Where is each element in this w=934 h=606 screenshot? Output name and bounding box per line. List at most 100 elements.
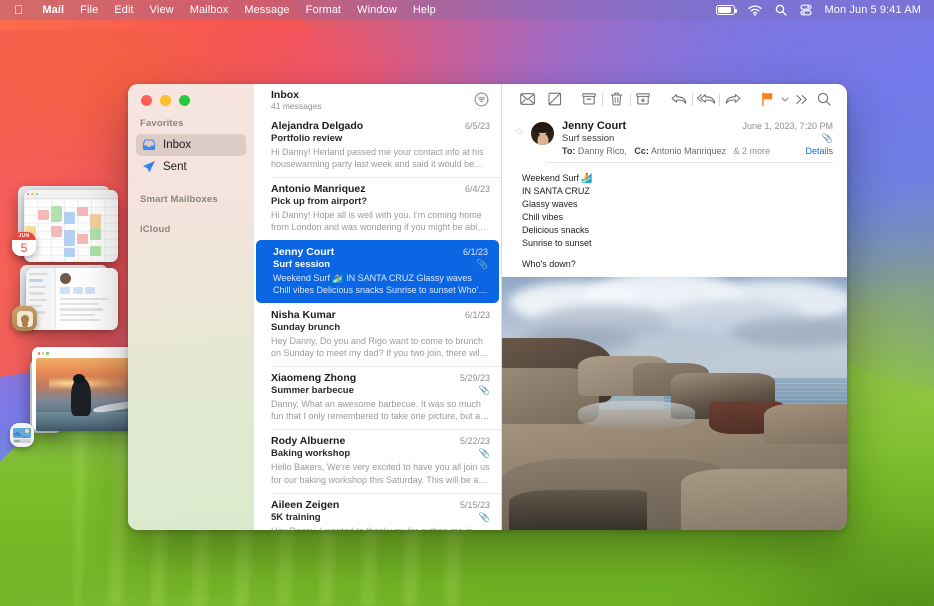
calendar-icon-month: JUN — [12, 232, 36, 240]
get-mail-icon[interactable] — [516, 88, 538, 110]
menu-item-file[interactable]: File — [72, 4, 106, 16]
menu-item-message[interactable]: Message — [236, 4, 297, 16]
close-button[interactable] — [141, 95, 152, 106]
menu-item-mail[interactable]: Mail — [34, 4, 72, 16]
contacts-preview-actions — [60, 287, 114, 294]
contacts-icon[interactable] — [12, 306, 37, 331]
reply-icon[interactable] — [668, 88, 690, 110]
calendar-icon[interactable]: JUN 5 — [12, 232, 36, 256]
more-recipients[interactable]: & 2 more — [733, 146, 770, 156]
paper-plane-icon — [142, 160, 156, 174]
calendar-titlebar — [24, 190, 118, 199]
paperclip-icon: 📎 — [478, 448, 490, 459]
star-outline-icon[interactable]: ☆ — [514, 120, 527, 138]
photo-rock-shadow — [508, 489, 647, 530]
message-date: 5/29/23 — [459, 373, 490, 384]
paperclip-icon[interactable]: 📎 — [822, 133, 833, 144]
to-value[interactable]: Danny Rico, — [578, 146, 627, 156]
to-label: To: — [562, 146, 576, 156]
message-preview: Weekend Surf 🏄 IN SANTA CRUZ Glassy wave… — [273, 273, 483, 296]
message-sender-name: Jenny Court — [562, 120, 627, 132]
control-center-icon[interactable] — [799, 4, 812, 16]
contacts-preview-avatar — [60, 273, 71, 284]
menu-item-window[interactable]: Window — [349, 4, 405, 16]
avatar — [531, 122, 554, 145]
menu-item-format[interactable]: Format — [298, 4, 349, 16]
wifi-icon[interactable] — [747, 4, 762, 16]
archive-icon[interactable] — [578, 88, 600, 110]
calendar-window[interactable]: JUN 5 — [12, 186, 118, 262]
mail-window: Favorites Inbox Sent Smart Mailboxes iCl… — [128, 84, 847, 530]
message-date: 5/15/23 — [459, 499, 490, 510]
table-row[interactable]: Rody Albuerne 5/22/23 Baking workshop 📎 He… — [254, 429, 501, 492]
menu-item-mailbox[interactable]: Mailbox — [182, 4, 237, 16]
cc-value[interactable]: Antonio Manriquez — [651, 146, 726, 156]
message-recipients: To: Danny Rico, Cc: Antonio Manriquez & … — [562, 146, 770, 156]
menu-item-help[interactable]: Help — [405, 4, 444, 16]
photo-rock-far-right — [764, 403, 847, 445]
forward-icon[interactable] — [722, 88, 744, 110]
details-link[interactable]: Details — [805, 146, 833, 156]
message-preview: Hi Danny! Herland passed me your contact… — [271, 147, 484, 170]
message-preview: Danny, What an awesome barbecue. It was … — [271, 399, 483, 422]
search-icon[interactable] — [813, 88, 835, 110]
table-row[interactable]: Jenny Court 6/1/23 Surf session 📎 Weekend … — [256, 240, 499, 304]
menu-item-edit[interactable]: Edit — [106, 4, 141, 16]
sidebar-section-favorites-header: Favorites — [140, 118, 184, 129]
table-row[interactable]: Antonio Manriquez 6/4/23 Pick up from air… — [254, 177, 501, 240]
sidebar-section-icloud-header[interactable]: iCloud — [128, 218, 254, 240]
message-preview: Hello Bakers, We're very excited to have… — [271, 462, 490, 485]
flag-icon[interactable] — [756, 88, 778, 110]
message-subject: 5K training — [271, 511, 321, 523]
message-date: 6/1/23 — [462, 247, 488, 258]
window-traffic-lights — [141, 95, 190, 106]
contacts-window-preview[interactable] — [26, 268, 118, 330]
message-subject: Pick up from airport? — [271, 196, 368, 208]
junk-icon[interactable] — [632, 88, 654, 110]
more-icon[interactable] — [791, 88, 813, 110]
message-sender: Alejandra Delgado — [271, 120, 364, 132]
table-row[interactable]: Alejandra Delgado 6/5/23 Portfolio review… — [254, 114, 501, 177]
message-subject: Sunday brunch — [271, 322, 341, 334]
mailbox-message-count: 41 messages — [271, 101, 322, 112]
chevron-down-icon[interactable] — [779, 89, 791, 109]
message-body: Weekend Surf 🏄 IN SANTA CRUZ Glassy wave… — [502, 163, 847, 277]
message-sender: Xiaomeng Zhong — [271, 372, 357, 385]
table-row[interactable]: Aileen Zeigen 5/15/23 5K training 📎 Hey Da… — [254, 492, 501, 530]
sidebar-item-inbox[interactable]: Inbox — [136, 134, 246, 156]
paperclip-icon: 📎 — [478, 511, 490, 522]
paperclip-icon: 📎 — [476, 259, 488, 270]
battery-icon[interactable] — [715, 5, 737, 15]
message-list: Inbox 41 messages Alejandra Delgado 6/5/2… — [254, 84, 502, 530]
filter-icon[interactable] — [474, 92, 489, 107]
message-list-scroll[interactable]: Alejandra Delgado 6/5/23 Portfolio review… — [254, 114, 501, 530]
delete-icon[interactable] — [605, 88, 627, 110]
attachment-photo[interactable] — [502, 277, 847, 530]
menu-bar-clock[interactable]: Mon Jun 5 9:41 AM — [825, 4, 921, 16]
sidebar-item-sent[interactable]: Sent — [136, 156, 246, 178]
message-timestamp: June 1, 2023, 7:20 PM — [742, 121, 833, 131]
apple-logo-icon[interactable]:  — [14, 4, 23, 17]
sidebar-item-sent-label: Sent — [163, 161, 187, 173]
search-icon[interactable] — [775, 4, 787, 16]
calendar-icon-day: 5 — [20, 241, 28, 255]
message-subject: Baking workshop — [271, 448, 351, 460]
contacts-window[interactable] — [12, 265, 118, 331]
message-header-body: Jenny Court June 1, 2023, 7:20 PM Surf s… — [562, 120, 833, 156]
sidebar-section-smart-mailboxes-header[interactable]: Smart Mailboxes — [128, 188, 254, 210]
zoom-button[interactable] — [179, 95, 190, 106]
calendar-window-preview[interactable] — [24, 190, 118, 262]
table-row[interactable]: Xiaomeng Zhong 5/29/23 Summer barbecue 📎 D… — [254, 366, 501, 429]
body-line: Sunrise to sunset — [522, 238, 592, 249]
mail-sidebar: Favorites Inbox Sent Smart Mailboxes iCl… — [128, 84, 254, 530]
compose-icon[interactable] — [544, 88, 566, 110]
message-list-header: Inbox 41 messages — [254, 84, 501, 114]
message-date: 6/4/23 — [464, 184, 490, 195]
minimize-button[interactable] — [160, 95, 171, 106]
menu-item-view[interactable]: View — [142, 4, 182, 16]
table-row[interactable]: Nisha Kumar 6/1/23 Sunday brunch Hey Dann… — [254, 303, 501, 366]
reading-pane: ☆ Jenny Court June 1, 2023, 7:20 PM Surf… — [502, 84, 847, 530]
photos-icon[interactable] — [10, 423, 34, 447]
reply-all-icon[interactable] — [695, 88, 717, 110]
message-sender: Aileen Zeigen — [271, 498, 340, 511]
